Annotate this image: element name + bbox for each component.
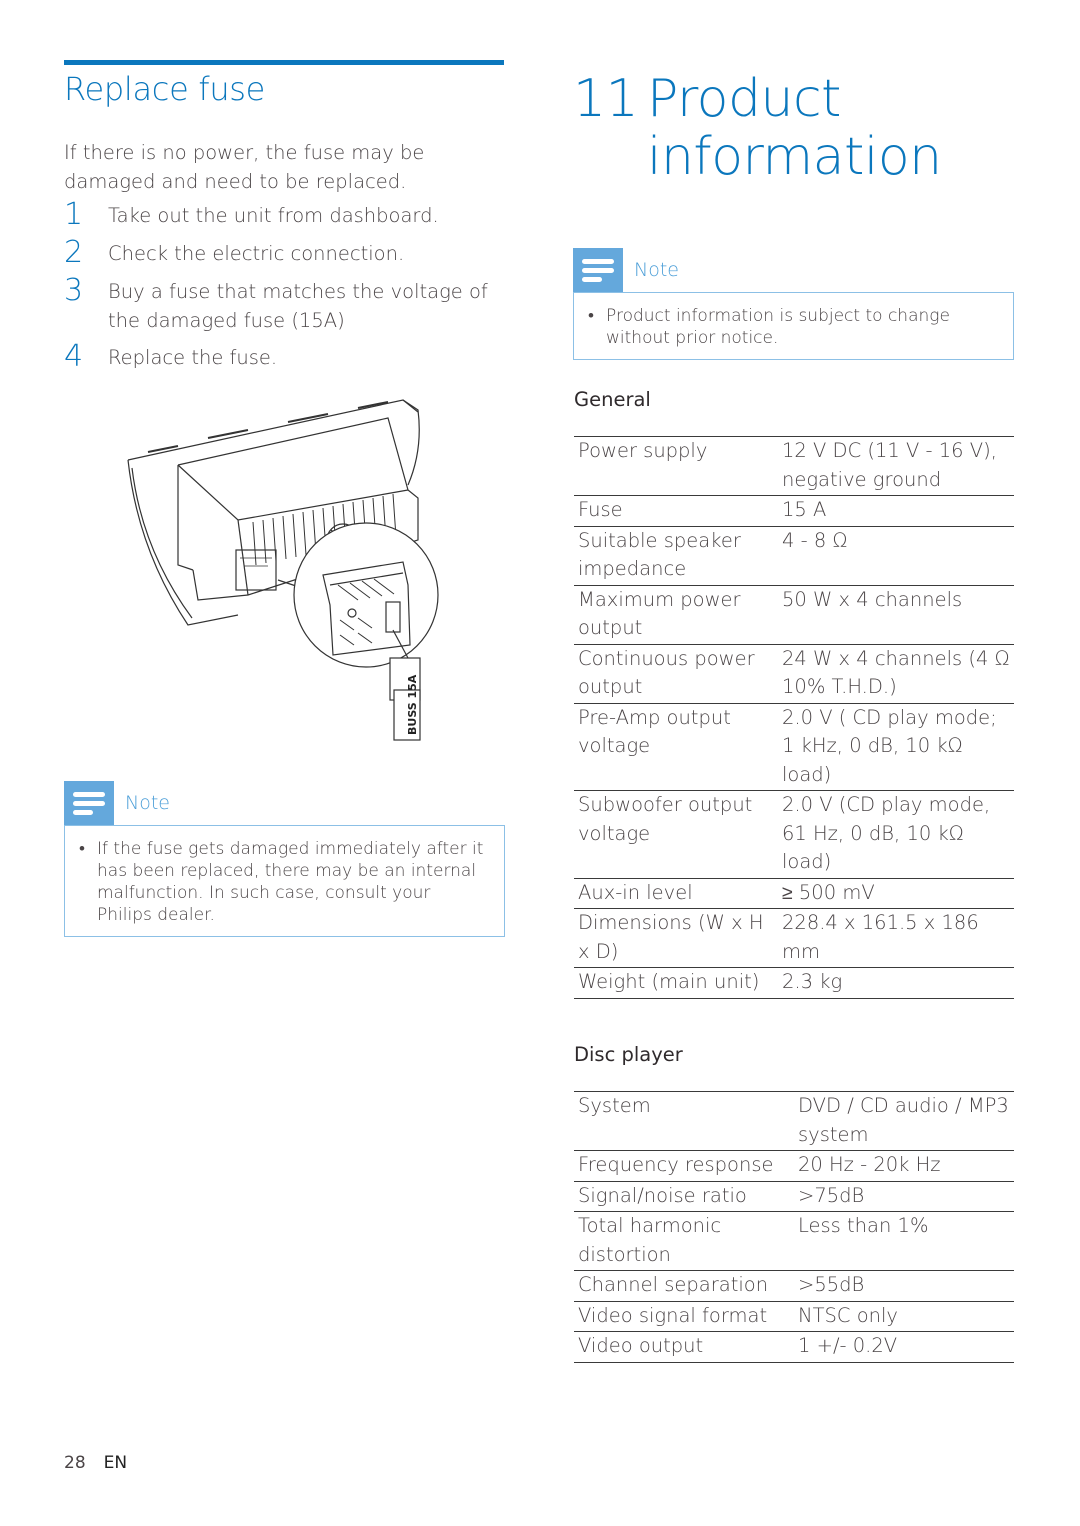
page-number: 28 bbox=[64, 1453, 86, 1473]
spec-row: Weight (main unit) 2.3 kg bbox=[574, 968, 1014, 998]
spec-value: ≥ 500 mV bbox=[782, 880, 875, 904]
note-lines-icon bbox=[64, 781, 114, 825]
note-header: Note bbox=[64, 781, 505, 825]
note-body: • Product information is subject to chan… bbox=[573, 292, 1014, 360]
spec-row: Power supply 12 V DC (11 V - 16 V), negat… bbox=[574, 436, 1014, 496]
spec-value: 12 V DC (11 V - 16 V), negative ground bbox=[782, 439, 997, 491]
spec-label: Total harmonic distortion bbox=[578, 1214, 722, 1266]
spec-value: 4 - 8 Ω bbox=[782, 528, 848, 552]
spec-value: 20 Hz - 20k Hz bbox=[798, 1153, 941, 1176]
section-top-rule bbox=[64, 60, 504, 65]
spec-row: Dimensions (W x H x D) 228.4 x 161.5 x 18… bbox=[574, 909, 1014, 968]
chapter-title-line1: Product bbox=[647, 69, 841, 129]
step-number: 2 bbox=[64, 235, 84, 270]
spec-value: 2.0 V ( CD play mode; 1 kHz, 0 dB, 10 kΩ… bbox=[782, 705, 997, 786]
step-item: 3 Buy a fuse that matches the voltage of… bbox=[64, 275, 509, 335]
spec-row: Aux-in level ≥ 500 mV bbox=[574, 878, 1014, 909]
steps-list: 1 Take out the unit from dashboard. 2 Ch… bbox=[64, 199, 509, 379]
step-number: 1 bbox=[64, 197, 84, 232]
spec-label: Channel separation bbox=[578, 1273, 769, 1296]
fuse-label: BUSS 15A bbox=[406, 674, 419, 735]
spec-value: 24 W x 4 channels (4 Ω 10% T.H.D.) bbox=[782, 646, 1010, 699]
spec-row: Channel separation >55dB bbox=[574, 1271, 1014, 1301]
page-footer: 28 EN bbox=[64, 1453, 127, 1473]
spec-label: Frequency response bbox=[578, 1153, 774, 1176]
spec-label: Continuous power output bbox=[578, 646, 755, 699]
spec-label: Fuse bbox=[578, 498, 623, 521]
spec-label: Aux-in level bbox=[578, 880, 693, 904]
spec-label: Maximum power output bbox=[578, 587, 741, 640]
spec-value: NTSC only bbox=[798, 1303, 898, 1327]
spec-label: Dimensions (W x H x D) bbox=[578, 911, 764, 963]
note-label: Note bbox=[634, 259, 679, 281]
spec-label: Video signal format bbox=[578, 1303, 768, 1327]
spec-value: >55dB bbox=[798, 1273, 865, 1296]
spec-label: Suitable speaker impedance bbox=[578, 528, 741, 581]
product-info-note: Note • Product information is subject to… bbox=[573, 248, 1014, 360]
spec-row: Signal/noise ratio >75dB bbox=[574, 1181, 1014, 1212]
step-text: Buy a fuse that matches the voltage of t… bbox=[108, 280, 488, 332]
spec-label: Video output bbox=[578, 1334, 704, 1357]
step-item: 4 Replace the fuse. bbox=[64, 341, 509, 373]
spec-value: DVD / CD audio / MP3 system bbox=[798, 1094, 1009, 1146]
spec-row: Frequency response 20 Hz - 20k Hz bbox=[574, 1151, 1014, 1181]
note-body: • If the fuse gets damaged immediately a… bbox=[64, 825, 505, 937]
spec-row: Video output 1 +/- 0.2V bbox=[574, 1332, 1014, 1362]
spec-label: Pre-Amp output voltage bbox=[578, 705, 731, 758]
note-item: • Product information is subject to chan… bbox=[588, 305, 997, 349]
general-title: General bbox=[574, 388, 651, 411]
disc-player-title: Disc player bbox=[574, 1043, 683, 1066]
disc-spec-table: System DVD / CD audio / MP3 system Frequen… bbox=[574, 1091, 1014, 1363]
spec-value: 50 W x 4 channels bbox=[782, 587, 963, 611]
note-text: If the fuse gets damaged immediately aft… bbox=[97, 839, 484, 925]
note-header: Note bbox=[573, 248, 1014, 292]
fuse-replacement-illustration: BUSS 15A bbox=[118, 390, 458, 750]
intro-paragraph: If there is no power, the fuse may be da… bbox=[64, 141, 425, 193]
spec-value: Less than 1% bbox=[798, 1214, 929, 1237]
spec-row: Continuous power output 24 W x 4 channels… bbox=[574, 644, 1014, 703]
spec-row: Video signal format NTSC only bbox=[574, 1301, 1014, 1332]
section-title: Replace fuse bbox=[64, 70, 266, 108]
spec-row: Suitable speaker impedance 4 - 8 Ω bbox=[574, 526, 1014, 585]
spec-label: Weight (main unit) bbox=[578, 970, 760, 993]
spec-row: Total harmonic distortion Less than 1% bbox=[574, 1212, 1014, 1271]
step-text: Check the electric connection. bbox=[108, 242, 405, 265]
note-lines-icon bbox=[573, 248, 623, 292]
step-item: 2 Check the electric connection. bbox=[64, 237, 509, 269]
spec-value: 228.4 x 161.5 x 186 mm bbox=[782, 911, 979, 963]
language-code: EN bbox=[103, 1453, 128, 1473]
spec-row: Maximum power output 50 W x 4 channels bbox=[574, 585, 1014, 644]
bullet-icon: • bbox=[588, 306, 594, 326]
spec-label: Subwoofer output voltage bbox=[578, 793, 753, 845]
spec-row: System DVD / CD audio / MP3 system bbox=[574, 1091, 1014, 1151]
bullet-icon: • bbox=[79, 839, 85, 859]
note-item: • If the fuse gets damaged immediately a… bbox=[79, 838, 488, 926]
note-label: Note bbox=[125, 792, 170, 814]
spec-row: Subwoofer output voltage 2.0 V (CD play m… bbox=[574, 791, 1014, 878]
chapter-number: 11 bbox=[573, 69, 639, 129]
spec-value: 1 +/- 0.2V bbox=[798, 1334, 898, 1357]
spec-label: System bbox=[578, 1094, 651, 1117]
step-number: 3 bbox=[64, 273, 84, 308]
step-text: Take out the unit from dashboard. bbox=[108, 204, 439, 227]
chapter-title: 11 Product information bbox=[573, 70, 942, 186]
spec-row: Fuse 15 A bbox=[574, 496, 1014, 526]
fuse-note: Note • If the fuse gets damaged immediat… bbox=[64, 781, 505, 937]
step-text: Replace the fuse. bbox=[108, 346, 278, 369]
spec-row: Pre-Amp output voltage 2.0 V ( CD play mo… bbox=[574, 703, 1014, 791]
general-spec-table: Power supply 12 V DC (11 V - 16 V), negat… bbox=[574, 436, 1014, 999]
spec-label: Power supply bbox=[578, 439, 708, 462]
chapter-title-line2: information bbox=[647, 127, 942, 187]
spec-label: Signal/noise ratio bbox=[578, 1183, 747, 1207]
step-number: 4 bbox=[64, 339, 84, 374]
spec-value: 15 A bbox=[782, 498, 827, 521]
spec-value: 2.3 kg bbox=[782, 970, 843, 993]
spec-value: >75dB bbox=[798, 1183, 865, 1207]
spec-value: 2.0 V (CD play mode, 61 Hz, 0 dB, 10 kΩ … bbox=[782, 793, 991, 873]
step-item: 1 Take out the unit from dashboard. bbox=[64, 199, 509, 231]
note-text: Product information is subject to change… bbox=[606, 306, 950, 348]
